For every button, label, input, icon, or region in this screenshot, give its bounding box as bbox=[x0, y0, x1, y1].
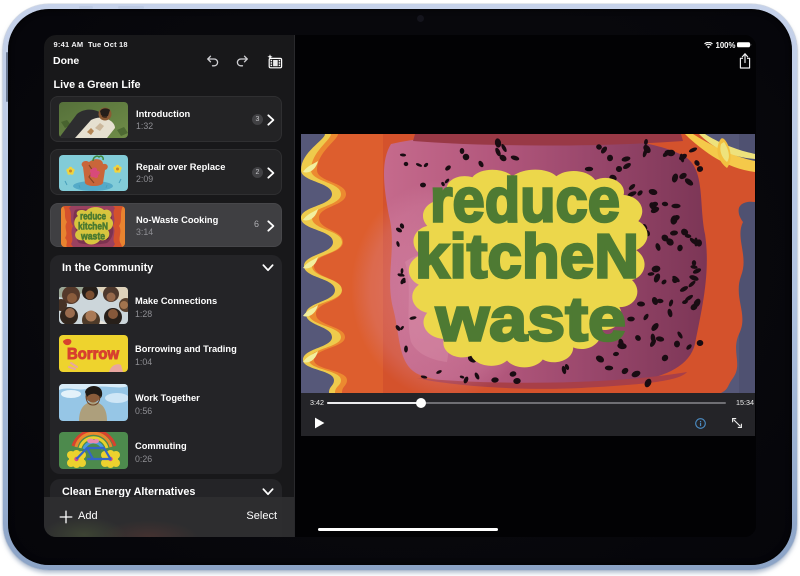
svg-text:kitcheN: kitcheN bbox=[415, 222, 639, 291]
svg-text:Borrow: Borrow bbox=[67, 346, 120, 363]
svg-text:waste: waste bbox=[80, 231, 105, 242]
svg-text:waste: waste bbox=[435, 285, 626, 354]
